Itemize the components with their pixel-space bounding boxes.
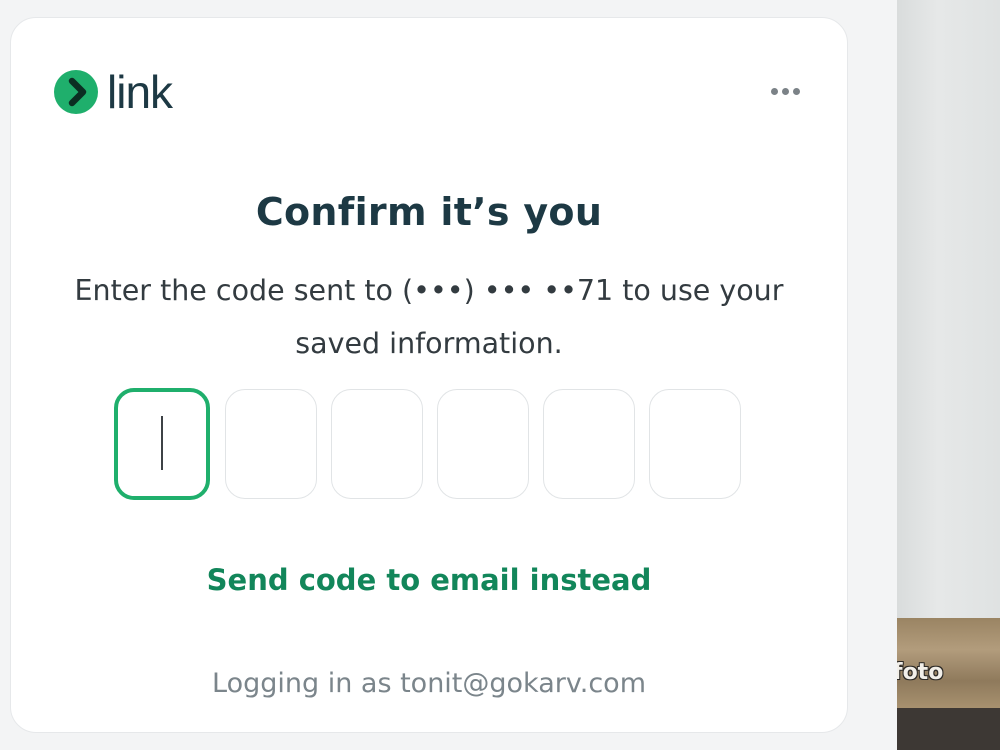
code-digit-3[interactable] bbox=[331, 389, 423, 499]
instructions-text: Enter the code sent to (•••) ••• ••71 to… bbox=[51, 264, 807, 370]
code-digit-2[interactable] bbox=[225, 389, 317, 499]
instructions-line-1: Enter the code sent to (•••) ••• ••71 to… bbox=[74, 274, 784, 307]
verification-code-inputs bbox=[114, 388, 742, 501]
logged-in-as-text: Logging in as tonit@gokarv.com bbox=[212, 668, 646, 699]
text-caret bbox=[161, 416, 163, 470]
page-title: Confirm it’s you bbox=[255, 190, 603, 234]
code-digit-4[interactable] bbox=[437, 389, 529, 499]
link-auth-card: link Confirm it’s you Enter the code sen… bbox=[10, 17, 848, 733]
code-digit-6[interactable] bbox=[649, 389, 741, 499]
chevron-right-icon bbox=[54, 70, 98, 114]
more-options-button[interactable] bbox=[763, 76, 807, 106]
link-logo: link bbox=[54, 66, 173, 118]
logo-wordmark: link bbox=[107, 66, 173, 118]
background-photo: foto bbox=[897, 0, 1000, 750]
send-code-to-email-link[interactable]: Send code to email instead bbox=[11, 563, 847, 597]
background-photo-caption: foto bbox=[897, 660, 944, 685]
background-photo-shadow bbox=[897, 708, 1000, 750]
code-digit-5[interactable] bbox=[543, 389, 635, 499]
instructions-line-2: saved information. bbox=[295, 327, 563, 360]
more-horizontal-icon bbox=[769, 87, 802, 95]
